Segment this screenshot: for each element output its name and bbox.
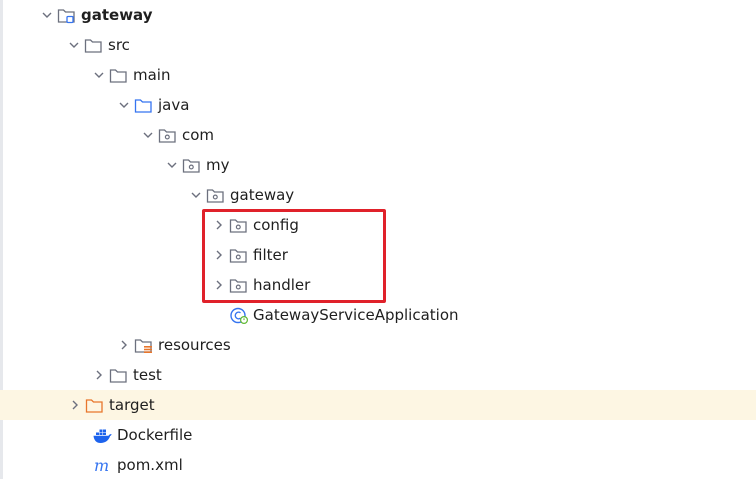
package-icon [205,186,225,204]
maven-icon: m [92,456,112,475]
tree-label: target [109,396,155,414]
tree-row-dockerfile[interactable]: Dockerfile [0,420,756,450]
tree-label: handler [253,276,311,294]
tree-row-pom-xml[interactable]: m pom.xml [0,450,756,480]
tree-row-com[interactable]: com [0,120,756,150]
spring-boot-class-icon [228,306,248,324]
tree-label: filter [253,246,288,264]
chevron-down-icon[interactable] [115,90,133,120]
chevron-down-icon[interactable] [139,120,157,150]
tree-label: GatewayServiceApplication [253,306,459,324]
tree-row-gateway-service-application[interactable]: GatewayServiceApplication [0,300,756,330]
tree-label: test [133,366,162,384]
source-folder-icon [133,96,153,114]
package-icon [228,216,248,234]
tree-row-resources[interactable]: resources [0,330,756,360]
chevron-down-icon[interactable] [90,60,108,90]
tree-row-filter[interactable]: filter [0,240,756,270]
resources-folder-icon [133,336,153,354]
tree-label: gateway [230,186,295,204]
chevron-down-icon[interactable] [38,0,56,30]
tree-label: config [253,216,299,234]
tree-label: java [158,96,190,114]
folder-icon [108,66,128,84]
chevron-down-icon[interactable] [163,150,181,180]
tree-row-test[interactable]: test [0,360,756,390]
folder-icon [83,36,103,54]
chevron-right-icon[interactable] [210,210,228,240]
chevron-down-icon[interactable] [65,30,83,60]
tree-row-handler[interactable]: handler [0,270,756,300]
chevron-down-icon[interactable] [187,180,205,210]
tree-row-my[interactable]: my [0,150,756,180]
tree-label: Dockerfile [117,426,193,444]
tree-label: com [182,126,215,144]
chevron-right-icon[interactable] [90,360,108,390]
package-icon [228,276,248,294]
tree-label: my [206,156,230,174]
tree-row-java[interactable]: java [0,90,756,120]
tree-row-main[interactable]: main [0,60,756,90]
package-icon [228,246,248,264]
tree-row-config[interactable]: config [0,210,756,240]
excluded-folder-icon [84,396,104,414]
chevron-right-icon[interactable] [210,270,228,300]
tree-row-target[interactable]: target [0,390,756,420]
package-icon [181,156,201,174]
docker-icon [92,426,112,444]
tree-row-gateway-package[interactable]: gateway [0,180,756,210]
folder-icon [108,366,128,384]
tree-label: gateway [81,6,153,24]
tree-row-src[interactable]: src [0,30,756,60]
chevron-right-icon[interactable] [210,240,228,270]
tree-label: pom.xml [117,456,183,474]
tree-label: main [133,66,171,84]
tree-label: resources [158,336,231,354]
package-icon [157,126,177,144]
tree-label: src [108,36,130,54]
tree-row-gateway-module[interactable]: gateway [0,0,756,30]
chevron-right-icon[interactable] [115,330,133,360]
svg-text:m: m [94,456,109,475]
chevron-right-icon[interactable] [66,390,84,420]
module-folder-icon [56,6,76,24]
